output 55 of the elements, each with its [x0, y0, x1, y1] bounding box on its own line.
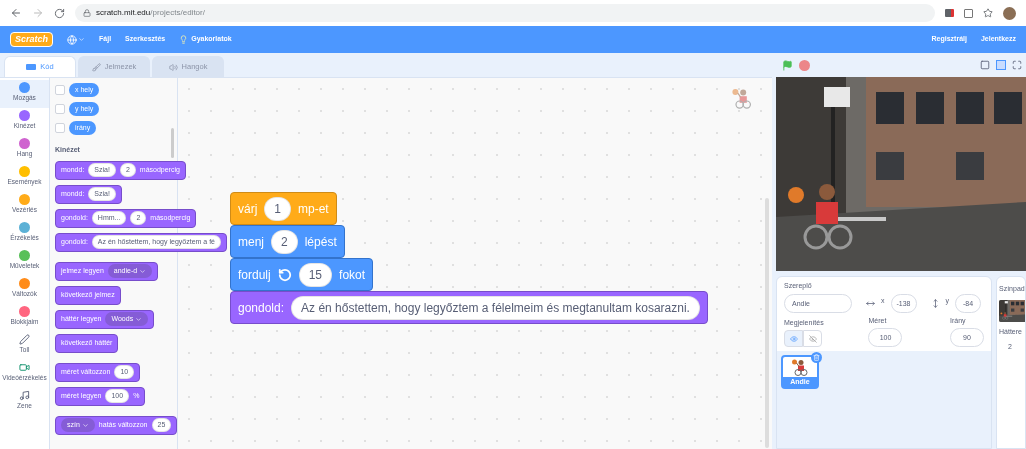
checkbox[interactable]	[55, 123, 65, 133]
url-text: scratch.mit.edu/projects/editor/	[96, 7, 205, 19]
checkbox[interactable]	[55, 85, 65, 95]
eye-off-icon	[808, 334, 817, 343]
normal-stage-icon[interactable]	[996, 60, 1006, 70]
lightbulb-icon	[179, 35, 189, 44]
globe-icon	[67, 34, 78, 45]
block-label: lépést	[304, 233, 337, 251]
lock-icon	[83, 9, 91, 17]
code-block[interactable]: gondold: Az én hőstettem, hogy legyőztem a félelmeim és megtanultam kosarazni.	[230, 291, 708, 324]
speaker-icon	[168, 62, 178, 72]
scrollbar[interactable]	[171, 128, 174, 158]
vertical-arrows-icon	[930, 298, 940, 308]
forward-icon[interactable]	[32, 7, 44, 19]
back-icon[interactable]	[10, 7, 22, 19]
code-block[interactable]: fordulj 15 fokot	[230, 258, 374, 291]
extension-icon[interactable]	[945, 9, 954, 17]
avatar-icon[interactable]	[1003, 6, 1016, 20]
block-input[interactable]: Az én hőstettem, hogy legyőztem a félelmeim és megtanultam kosarazni.	[291, 295, 700, 320]
code-block[interactable]: várj 1 mp-et	[230, 192, 337, 225]
show-button[interactable]	[784, 330, 803, 347]
small-stage-icon[interactable]	[980, 60, 990, 70]
stop-icon[interactable]	[799, 59, 810, 71]
block-input[interactable]: 2	[271, 229, 298, 254]
checkbox[interactable]	[55, 104, 65, 114]
horizontal-arrows-icon	[866, 298, 875, 308]
caret-icon	[139, 267, 147, 275]
block-label: fordulj	[238, 266, 271, 284]
caret-icon	[135, 315, 143, 323]
block-label: menj	[238, 233, 264, 251]
caret-icon	[78, 36, 86, 43]
reload-icon[interactable]	[54, 7, 65, 19]
pen-icon	[19, 334, 30, 345]
block-label: várj	[238, 200, 258, 218]
block-label: gondold:	[238, 299, 285, 317]
brush-icon	[91, 62, 101, 72]
block-label: fokot	[339, 266, 366, 284]
fullscreen-icon[interactable]	[1012, 60, 1022, 70]
video-camera-icon	[19, 362, 30, 373]
flag-icon[interactable]	[782, 59, 793, 71]
music-notes-icon	[19, 390, 30, 401]
address-bar[interactable]: scratch.mit.edu/projects/editor/	[75, 4, 935, 22]
code-block[interactable]: menj 2 lépést	[230, 225, 345, 258]
delete-button[interactable]	[811, 352, 822, 363]
bookmark-star-icon[interactable]	[983, 8, 993, 18]
block-input[interactable]: 15	[298, 262, 333, 287]
blocks-icon	[26, 64, 37, 70]
block-input[interactable]: 1	[264, 196, 292, 221]
caret-icon	[81, 421, 89, 429]
language-menu[interactable]	[67, 34, 86, 45]
turn-left-icon	[277, 267, 292, 282]
block-label: mp-et	[298, 200, 329, 218]
trash-icon	[813, 354, 820, 361]
hide-button[interactable]	[803, 330, 822, 347]
eye-icon	[789, 334, 798, 343]
